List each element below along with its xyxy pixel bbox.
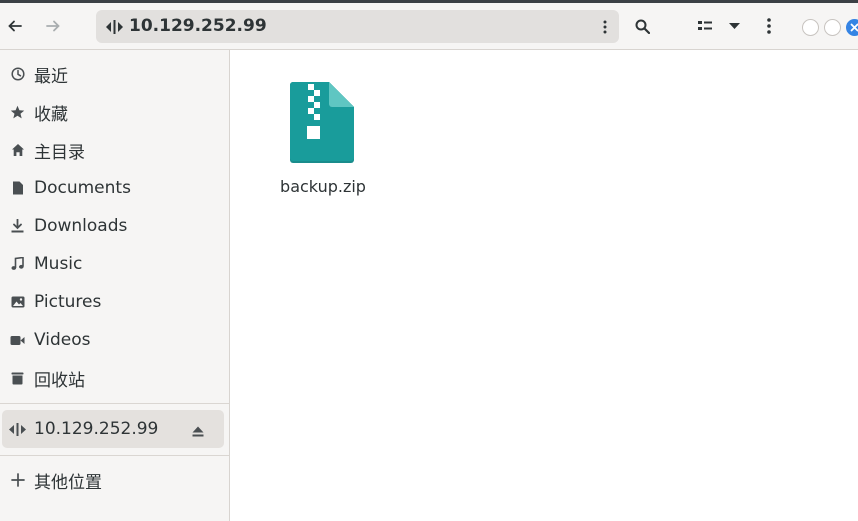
music-icon (9, 256, 26, 273)
main-menu-button[interactable] (754, 10, 784, 42)
file-item[interactable]: backup.zip (273, 78, 373, 208)
arrow-left-icon (8, 20, 22, 32)
maximize-button[interactable] (824, 19, 841, 36)
back-button[interactable] (0, 10, 30, 42)
zip-archive-icon (290, 82, 354, 168)
sidebar-item-label: Music (34, 254, 83, 274)
sidebar-item-label: 回收站 (34, 370, 85, 391)
sidebar-item-other-locations[interactable]: 其他位置 (0, 461, 229, 499)
search-icon (635, 19, 650, 34)
clock-icon (9, 66, 26, 83)
minimize-button[interactable] (802, 19, 819, 36)
close-icon (850, 23, 858, 32)
star-icon (9, 104, 26, 121)
sidebar-item-label: 最近 (34, 66, 68, 87)
sidebar-separator (0, 455, 229, 456)
forward-button[interactable] (38, 10, 68, 42)
kebab-menu-icon (767, 18, 771, 34)
eject-icon (192, 426, 204, 437)
close-button[interactable] (846, 19, 858, 36)
list-view-icon (698, 21, 712, 30)
file-view[interactable]: backup.zip (231, 50, 858, 521)
sidebar-item-label: Pictures (34, 292, 102, 312)
sidebar-item-label: 其他位置 (34, 472, 102, 493)
view-toggle-button[interactable] (690, 10, 720, 42)
eject-button[interactable] (192, 422, 204, 442)
sidebar-item-home[interactable]: 主目录 (0, 131, 229, 169)
video-icon (9, 332, 26, 349)
document-icon (9, 180, 26, 197)
sidebar-item-label: Documents (34, 178, 131, 198)
sidebar-item-documents[interactable]: Documents (0, 169, 229, 207)
arrow-right-icon (46, 20, 60, 32)
chevron-down-icon (728, 22, 740, 29)
sidebar-item-recent[interactable]: 最近 (0, 55, 229, 93)
download-icon (9, 218, 26, 235)
file-manager-window: 10.129.252.99 最近 收藏 主目录 Documents Downlo… (0, 0, 858, 521)
sidebar-separator (0, 403, 229, 404)
picture-icon (9, 294, 26, 311)
sidebar-item-label: 10.129.252.99 (34, 419, 159, 439)
sidebar-item-label: 收藏 (34, 104, 68, 125)
network-icon (9, 421, 26, 438)
sidebar-item-network-share[interactable]: 10.129.252.99 (2, 410, 224, 448)
home-icon (9, 142, 26, 159)
vertical-dots-icon (603, 20, 607, 34)
sidebar-item-label: Downloads (34, 216, 128, 236)
sidebar-item-videos[interactable]: Videos (0, 321, 229, 359)
location-bar[interactable]: 10.129.252.99 (96, 10, 619, 43)
current-location: 10.129.252.99 (129, 16, 267, 36)
sidebar-item-label: Videos (34, 330, 91, 350)
header-bar: 10.129.252.99 (0, 3, 858, 50)
plus-icon (9, 472, 26, 489)
sidebar: 最近 收藏 主目录 Documents Downloads Music Pict… (0, 50, 230, 521)
sidebar-item-music[interactable]: Music (0, 245, 229, 283)
trash-icon (9, 370, 26, 387)
sidebar-item-label: 主目录 (34, 142, 85, 163)
file-name: backup.zip (280, 177, 366, 196)
search-button[interactable] (627, 10, 657, 42)
location-menu-button[interactable] (601, 18, 609, 36)
sidebar-item-starred[interactable]: 收藏 (0, 93, 229, 131)
view-options-button[interactable] (719, 10, 749, 42)
sidebar-item-downloads[interactable]: Downloads (0, 207, 229, 245)
sidebar-item-trash[interactable]: 回收站 (0, 359, 229, 397)
sidebar-item-pictures[interactable]: Pictures (0, 283, 229, 321)
network-icon (106, 19, 123, 38)
